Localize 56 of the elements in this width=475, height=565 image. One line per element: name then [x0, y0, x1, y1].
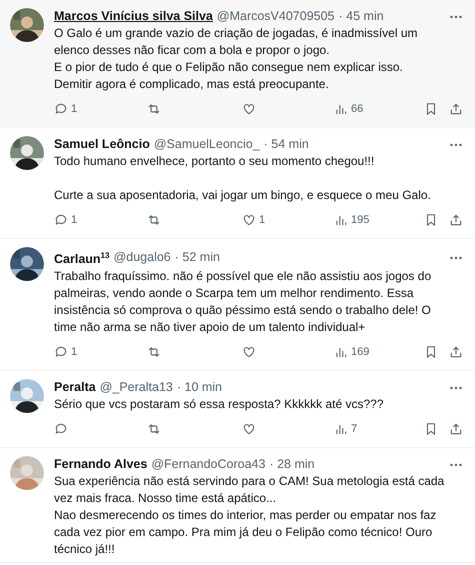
view-count: 7 — [351, 423, 358, 436]
reply-icon[interactable] — [54, 102, 68, 116]
author-handle[interactable]: @FernandoCoroa43 — [151, 456, 266, 474]
reply-count: 1 — [71, 214, 78, 226]
bookmark-icon[interactable] — [424, 102, 438, 116]
heart-icon[interactable] — [242, 102, 256, 116]
author-name[interactable]: Marcos Vinícius silva Silva — [54, 8, 213, 25]
reply-count: 1 — [71, 346, 78, 358]
post-time: · 54 min — [264, 136, 309, 153]
author-handle[interactable]: @MarcosV40709505 — [216, 8, 335, 25]
bar-chart-icon[interactable] — [334, 345, 348, 360]
post-text: Trabalho fraquíssimo. não é possível que ele não assistiu aos jogos do palmeiras, vendo aonde o Scarpa tem um melhor rendimento. Essa insistência só comprova o quão péssimo está sendo o trabalho dele! O time não arma se não tiver apoio de um talento individual+ — [54, 268, 432, 336]
post-text: Sua experiência não está servindo para o CAM! Sua metologia está cada vez mais fraca. Nosso time está apático... — [54, 473, 446, 508]
repost-icon[interactable] — [147, 102, 161, 116]
author-handle[interactable]: @dugalo6 — [114, 249, 171, 266]
post-text: O Galo é um grande vazio de criação de jogadas, é inadmissível um elenco desses não ficar com a bola e propor o jogo. — [54, 25, 419, 59]
bar-chart-icon[interactable] — [334, 102, 348, 116]
repost-icon[interactable] — [147, 345, 161, 360]
bar-chart-icon[interactable] — [334, 422, 348, 436]
author-name[interactable]: Peralta — [54, 379, 96, 396]
reply-icon[interactable] — [54, 345, 68, 360]
like-count: 1 — [259, 214, 266, 226]
share-icon[interactable] — [449, 422, 463, 436]
post-time: · 45 min — [338, 8, 384, 25]
post-time: · 10 min — [176, 379, 222, 396]
author-name[interactable]: Samuel Leôncio — [54, 136, 150, 153]
heart-icon[interactable] — [242, 422, 256, 436]
repost-icon[interactable] — [147, 422, 161, 436]
post-text: E o pior de tudo é que o Felipão não consegue nem explicar isso. — [54, 59, 404, 76]
heart-icon[interactable] — [242, 213, 256, 227]
post-time: · 28 min — [269, 456, 315, 474]
reply-icon[interactable] — [54, 213, 68, 227]
post-time: · 52 min — [174, 249, 220, 266]
bookmark-icon[interactable] — [424, 422, 438, 436]
author-name[interactable]: Carlaun$^{13}$ — [54, 247, 110, 268]
author-handle[interactable]: @SamuelLeoncio_ — [154, 136, 260, 153]
post-text: Curte a sua aposentadoria, vai jogar um bingo, e esquece o meu Galo. — [54, 187, 432, 204]
author-name[interactable]: Fernando Alves — [54, 456, 148, 474]
post-text: Demitir agora é complicado, mas está preocupante. — [54, 76, 330, 93]
bar-chart-icon[interactable] — [334, 213, 348, 227]
bookmark-icon[interactable] — [424, 345, 438, 360]
share-icon[interactable] — [449, 102, 463, 116]
reply-count: 1 — [71, 103, 78, 115]
view-count: 66 — [351, 103, 364, 115]
bookmark-icon[interactable] — [424, 213, 438, 227]
heart-icon[interactable] — [242, 345, 256, 360]
share-icon[interactable] — [449, 213, 463, 227]
view-count: 169 — [351, 346, 370, 358]
repost-icon[interactable] — [147, 213, 161, 227]
author-handle[interactable]: @_Peralta13 — [100, 379, 173, 396]
post-text: Nao desmerecendo os times do interior, mas perder ou empatar nos faz cada vez pior em campo. Pra mim já deu o Felipão como técnico! Ouro técnico já!!! — [54, 507, 438, 558]
share-icon[interactable] — [449, 345, 463, 360]
view-count: 195 — [351, 214, 370, 226]
post-text: Sério que vcs postaram só essa resposta? Kkkkkk até vcs??? — [54, 396, 384, 414]
post-text: Todo humano envelhece, portanto o seu momento chegou!!! — [54, 153, 376, 170]
reply-icon[interactable] — [54, 422, 68, 436]
